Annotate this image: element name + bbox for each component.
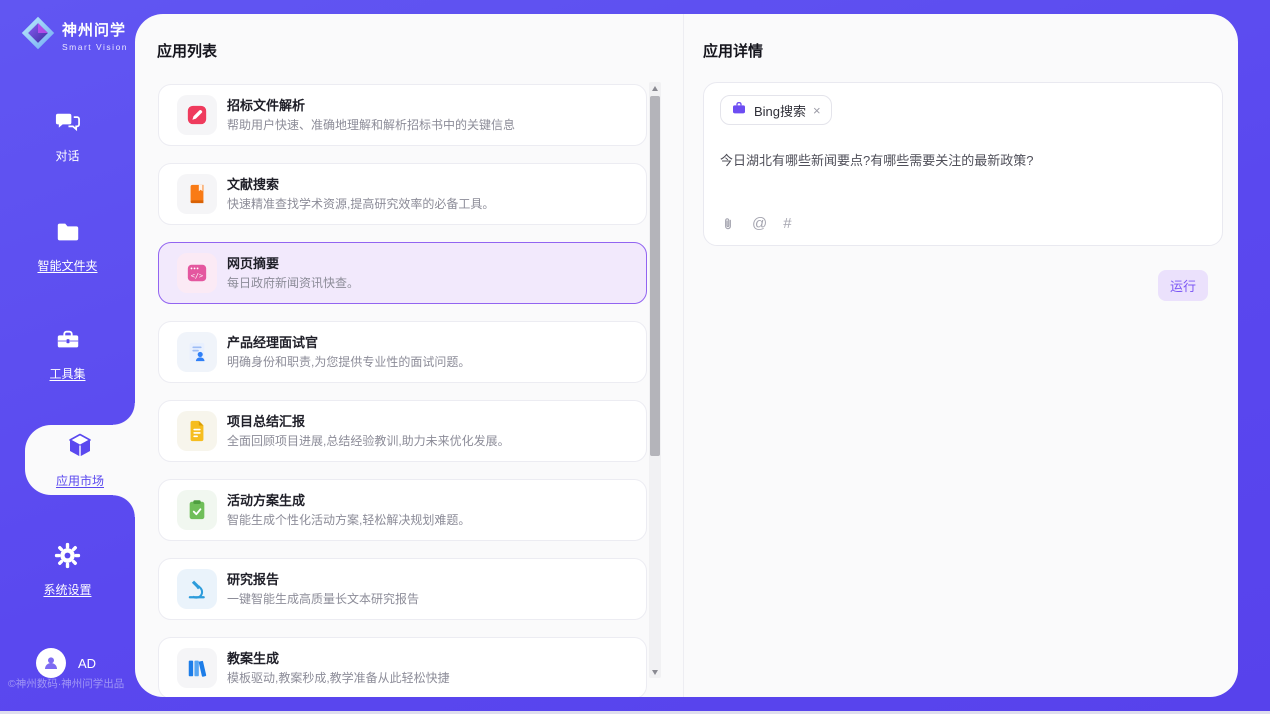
main-panel: 应用列表 招标文件解析帮助用户快速、准确地理解和解析招标书中的关键信息文献搜索快… bbox=[135, 14, 1238, 697]
app-detail-title: 应用详情 bbox=[703, 40, 763, 61]
close-icon[interactable]: × bbox=[813, 104, 821, 117]
app-card[interactable]: </> 网页摘要每日政府新闻资讯快查。 bbox=[158, 242, 647, 304]
app-card[interactable]: 教案生成模板驱动,教案秒成,教学准备从此轻松快捷 bbox=[158, 637, 647, 697]
sidebar-item-label: 对话 bbox=[55, 147, 79, 164]
sidebar-item-chat[interactable]: 对话 bbox=[0, 108, 135, 164]
app-detail-panel: 应用详情 Bing搜索 × 今日湖北有哪些新闻要点?有哪些需要关注的最新政策? bbox=[683, 14, 1238, 697]
app-card[interactable]: 文献搜索快速精准查找学术资源,提高研究效率的必备工具。 bbox=[158, 163, 647, 225]
report-doc-icon bbox=[177, 411, 217, 451]
app-description: 帮助用户快速、准确地理解和解析招标书中的关键信息 bbox=[227, 117, 515, 133]
app-name: 研究报告 bbox=[227, 571, 419, 588]
microscope-icon bbox=[177, 569, 217, 609]
clipboard-check-icon bbox=[177, 490, 217, 530]
scroll-up-icon[interactable] bbox=[649, 82, 661, 94]
sidebar-item-smart-folder[interactable]: 智能文件夹 bbox=[0, 219, 135, 274]
toolbox-icon bbox=[55, 327, 81, 358]
sidebar-item-label: 智能文件夹 bbox=[37, 257, 97, 274]
app-name: 活动方案生成 bbox=[227, 492, 470, 509]
edit-icon bbox=[177, 95, 217, 135]
sidebar-item-label: 系统设置 bbox=[43, 581, 91, 598]
sidebar-item-label: 应用市场 bbox=[56, 472, 104, 489]
sidebar-item-settings[interactable]: 系统设置 bbox=[0, 542, 135, 598]
app-name: 教案生成 bbox=[227, 650, 450, 667]
app-card[interactable]: 研究报告一键智能生成高质量长文本研究报告 bbox=[158, 558, 647, 620]
avatar[interactable] bbox=[36, 648, 66, 678]
hash-icon[interactable]: # bbox=[783, 215, 791, 232]
interview-icon bbox=[177, 332, 217, 372]
sidebar: 神州问学 Smart Vision 对话 智能文件夹 bbox=[0, 0, 135, 711]
app-list-panel: 应用列表 招标文件解析帮助用户快速、准确地理解和解析招标书中的关键信息文献搜索快… bbox=[135, 14, 683, 697]
gear-icon bbox=[54, 542, 81, 574]
input-toolbar: @ # bbox=[720, 215, 792, 232]
app-list: 招标文件解析帮助用户快速、准确地理解和解析招标书中的关键信息文献搜索快速精准查找… bbox=[158, 84, 647, 697]
app-description: 一键智能生成高质量长文本研究报告 bbox=[227, 591, 419, 607]
sidebar-item-label: 工具集 bbox=[49, 365, 85, 382]
scroll-down-icon[interactable] bbox=[649, 666, 661, 678]
query-input[interactable]: 今日湖北有哪些新闻要点?有哪些需要关注的最新政策? bbox=[720, 150, 1206, 169]
app-name: 文献搜索 bbox=[227, 176, 494, 193]
paperclip-icon[interactable] bbox=[720, 216, 736, 232]
scrollbar-thumb[interactable] bbox=[650, 96, 660, 456]
app-description: 智能生成个性化活动方案,轻松解决规划难题。 bbox=[227, 512, 470, 528]
app-name: 项目总结汇报 bbox=[227, 413, 510, 430]
user-initials: AD bbox=[78, 656, 96, 671]
browser-code-icon: </> bbox=[177, 253, 217, 293]
svg-text:</>: </> bbox=[191, 272, 203, 280]
scrollbar[interactable] bbox=[649, 82, 661, 678]
cube-icon bbox=[66, 432, 94, 465]
app-name: 招标文件解析 bbox=[227, 97, 515, 114]
tool-chip-bing-search: Bing搜索 × bbox=[720, 95, 832, 125]
at-icon[interactable]: @ bbox=[752, 215, 767, 232]
folder-icon bbox=[55, 219, 81, 250]
books-icon bbox=[177, 648, 217, 688]
run-button[interactable]: 运行 bbox=[1158, 270, 1208, 301]
brand-name: 神州问学 bbox=[62, 19, 128, 40]
brand-tagline: Smart Vision bbox=[62, 42, 128, 52]
copyright-footer: ©神州数码·神州问学出品 bbox=[8, 676, 135, 691]
tool-chip-label: Bing搜索 bbox=[754, 101, 806, 120]
book-icon bbox=[177, 174, 217, 214]
sidebar-item-toolset[interactable]: 工具集 bbox=[0, 327, 135, 382]
app-description: 模板驱动,教案秒成,教学准备从此轻松快捷 bbox=[227, 670, 450, 686]
sidebar-item-app-market[interactable]: 应用市场 bbox=[25, 425, 135, 495]
app-description: 明确身份和职责,为您提供专业性的面试问题。 bbox=[227, 354, 470, 370]
app-card[interactable]: 产品经理面试官明确身份和职责,为您提供专业性的面试问题。 bbox=[158, 321, 647, 383]
diamond-logo-icon bbox=[20, 15, 56, 56]
user-row: AD bbox=[36, 648, 96, 678]
app-description: 每日政府新闻资讯快查。 bbox=[227, 275, 359, 291]
chat-icon bbox=[54, 108, 81, 140]
app-name: 产品经理面试官 bbox=[227, 334, 470, 351]
app-card[interactable]: 活动方案生成智能生成个性化活动方案,轻松解决规划难题。 bbox=[158, 479, 647, 541]
brand-logo: 神州问学 Smart Vision bbox=[20, 15, 128, 56]
briefcase-icon bbox=[731, 100, 747, 121]
query-input-card: Bing搜索 × 今日湖北有哪些新闻要点?有哪些需要关注的最新政策? @ # bbox=[703, 82, 1223, 246]
app-description: 快速精准查找学术资源,提高研究效率的必备工具。 bbox=[227, 196, 494, 212]
app-card[interactable]: 招标文件解析帮助用户快速、准确地理解和解析招标书中的关键信息 bbox=[158, 84, 647, 146]
app-card[interactable]: 项目总结汇报全面回顾项目进展,总结经验教训,助力未来优化发展。 bbox=[158, 400, 647, 462]
app-name: 网页摘要 bbox=[227, 255, 359, 272]
app-description: 全面回顾项目进展,总结经验教训,助力未来优化发展。 bbox=[227, 433, 510, 449]
app-list-title: 应用列表 bbox=[157, 40, 217, 61]
run-row: 运行 bbox=[1158, 270, 1208, 301]
